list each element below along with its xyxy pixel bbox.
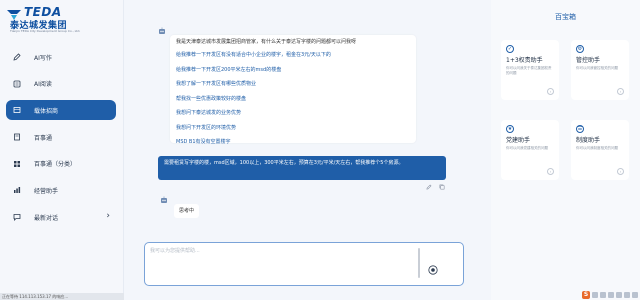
tool-card-party-building[interactable]: ★ 党建助手 你可以问我党建相关的问题 › (501, 120, 559, 180)
tool-card-responsibility[interactable]: ✓ 1+3权责助手 你可以问我关于泰达集团权责的问题 › (501, 40, 559, 100)
check-icon: ✓ (506, 45, 514, 53)
tool-card-regulation[interactable]: ☰ 制度助手 你可以问我制度相关的问题 › (571, 120, 629, 180)
sidebar-item-baishitong-category[interactable]: 百事通（分类） (6, 154, 116, 174)
sidebar-item-carrier-investment[interactable]: 载体招商 (6, 100, 116, 121)
sidebar-item-label: 百事通（分类） (34, 161, 77, 169)
edit-icon[interactable] (425, 183, 432, 190)
sidebar-item-label: 经营助手 (34, 187, 59, 195)
suggestion-link[interactable]: 给我推荐一下开发区200平米左右的msd的楼盘 (176, 66, 410, 73)
toolbox-title: 百宝箱 (555, 13, 576, 21)
star-icon: ★ (506, 125, 514, 133)
doc-icon (12, 133, 21, 142)
tool-desc: 你可以问我关于泰达集团权责的问题 (506, 66, 552, 75)
tray-icon[interactable] (600, 291, 606, 298)
bot-welcome-message: 我是天津泰达城市发展集团招商管家，有什么关于泰达写字楼的问题都可以问我呀 给我推… (170, 35, 416, 145)
sidebar-item-label: 载体招商 (34, 107, 59, 115)
suggestion-link[interactable]: 我想问下泰达城发的业务优势 (176, 109, 410, 116)
chat-area: 我是天津泰达城市发展集团招商管家，有什么关于泰达写字楼的问题都可以问我呀 给我推… (124, 0, 464, 300)
suggestion-link[interactable]: 我想问下开发区的环境优势 (176, 124, 410, 131)
sidebar-nav: AI写作 AI阅读 载体招商 百事通 百事通（分类） 经营助手 最新对话 › (6, 47, 116, 234)
suggestion-link[interactable]: 给我推荐一下开发区有没有适合中小企业的楼宇，租金在3元/天以下的 (176, 51, 410, 58)
browser-status-bar: 正在等待 114.113.153.17 的响应... (0, 293, 124, 300)
tool-name: 制度助手 (576, 137, 601, 144)
book-icon (12, 79, 21, 88)
brand-logo: TEDA 泰达城发集团 Tianjin TEDA City Developmen… (6, 5, 102, 33)
bot-avatar-icon (159, 27, 165, 34)
chevron-right-icon[interactable]: › (106, 212, 110, 221)
input-scrollbar[interactable] (418, 248, 420, 278)
building-icon (12, 106, 21, 115)
chart-icon (12, 186, 21, 195)
list-icon: ☰ (576, 125, 584, 133)
suggestion-link[interactable]: MSD B1有没有空置楼宇 (176, 138, 410, 145)
sidebar-item-label: AI写作 (34, 54, 52, 62)
sidebar: TEDA 泰达城发集团 Tianjin TEDA City Developmen… (0, 0, 124, 300)
sidebar-item-label: 百事通 (34, 134, 53, 142)
arrow-right-icon: › (547, 88, 554, 95)
tray-icon[interactable] (624, 291, 630, 298)
suggestion-link[interactable]: 我想了解一下开发区有哪些优质物业 (176, 80, 410, 87)
tray-icon[interactable] (632, 291, 638, 298)
ime-icon[interactable]: S (582, 290, 590, 299)
arrow-right-icon: › (547, 168, 554, 175)
bot-intro-text: 我是天津泰达城市发展集团招商管家，有什么关于泰达写字楼的问题都可以问我呀 (176, 39, 357, 45)
brand-name-en: TEDA (24, 5, 62, 19)
arrow-right-icon: › (617, 88, 624, 95)
chat-input[interactable] (150, 247, 410, 277)
copy-icon[interactable] (438, 183, 445, 190)
chat-input-box (144, 242, 464, 286)
chat-icon (12, 213, 21, 222)
gear-icon: ⚙ (576, 45, 584, 53)
category-icon (12, 159, 21, 168)
tool-name: 党建助手 (506, 137, 531, 144)
tool-desc: 你可以问我党建相关的问题 (506, 146, 548, 150)
tray-icon[interactable] (608, 291, 614, 298)
suggestion-link[interactable]: 帮我找一些优惠政策较好的楼盘 (176, 95, 410, 102)
sidebar-item-baishitong[interactable]: 百事通 (6, 127, 116, 147)
bot-avatar-icon (161, 196, 167, 203)
send-button-icon[interactable] (428, 265, 438, 275)
system-tray: S (582, 290, 638, 299)
tool-desc: 你可以问我管控相关的问题 (576, 66, 618, 70)
message-actions (425, 183, 445, 190)
brand-subtitle: Tianjin TEDA City Development Group Co.,… (10, 29, 81, 33)
tool-desc: 你可以问我制度相关的问题 (576, 146, 618, 150)
sidebar-item-latest-chats[interactable]: 最新对话 › (6, 207, 116, 227)
tool-card-control[interactable]: ⚙ 管控助手 你可以问我管控相关的问题 › (571, 40, 629, 100)
thinking-indicator: 思考中 (174, 204, 200, 218)
arrow-right-icon: › (617, 168, 624, 175)
pen-icon (12, 53, 21, 62)
tray-icon[interactable] (616, 291, 622, 298)
tool-name: 管控助手 (576, 57, 601, 64)
user-message: 需要租赁写字楼的楼，msd区域，100以上，300平米左右，预算在3元/平米/天… (158, 156, 446, 180)
sidebar-item-ai-reading[interactable]: AI阅读 (6, 74, 116, 94)
sidebar-item-label: 最新对话 (34, 214, 59, 222)
toolbox-panel: 百宝箱 ✓ 1+3权责助手 你可以问我关于泰达集团权责的问题 › ⚙ 管控助手 … (491, 0, 640, 300)
tool-name: 1+3权责助手 (506, 57, 543, 64)
sidebar-item-label: AI阅读 (34, 81, 52, 89)
sidebar-item-ai-writing[interactable]: AI写作 (6, 47, 116, 67)
tray-icon[interactable] (592, 291, 598, 298)
sidebar-item-business-assistant[interactable]: 经营助手 (6, 180, 116, 200)
